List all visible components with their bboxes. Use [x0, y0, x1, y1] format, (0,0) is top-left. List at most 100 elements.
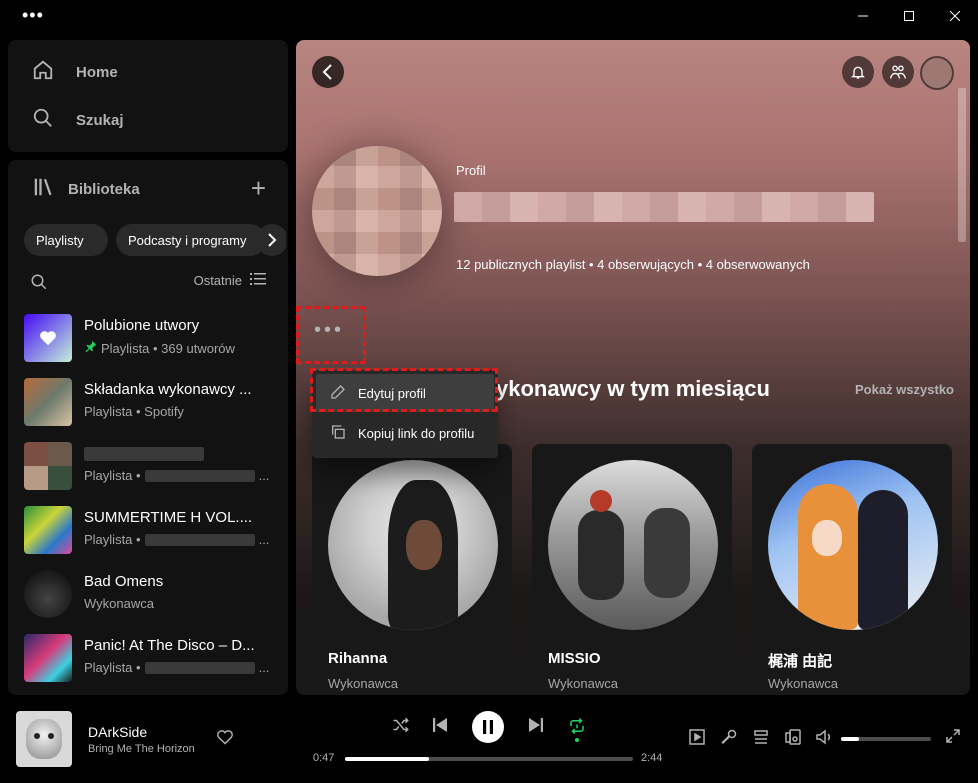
library-item-sub-text: Playlista • 369 utworów: [101, 340, 235, 356]
artist-card-missio[interactable]: MISSIO Wykonawca: [532, 444, 732, 695]
library-item-title: [84, 445, 272, 465]
show-all-link[interactable]: Pokaż wszystko: [855, 382, 954, 397]
library-panel: Biblioteka + Playlisty Podcasty i progra…: [8, 160, 288, 695]
library-item-artist-mix[interactable]: Składanka wykonawcy ... Playlista • Spot…: [24, 378, 280, 426]
repeat-active-indicator: [575, 738, 579, 742]
now-playing-view-icon[interactable]: [689, 729, 705, 750]
heart-outline-icon[interactable]: [216, 729, 234, 750]
library-icon: [32, 176, 54, 202]
library-item-subtitle: Playlista • Spotify: [84, 404, 184, 419]
sort-label: Ostatnie: [193, 273, 242, 288]
artist-type: Wykonawca: [328, 676, 398, 691]
ellipsis-text: ...: [258, 532, 270, 547]
playlist-cover: [24, 506, 72, 554]
player-bar: DArkSide Bring Me The Horizon 0:47 2:44: [0, 703, 978, 783]
library-item-subtitle: Playlista • ...: [84, 532, 272, 547]
repeat-one-icon[interactable]: [568, 717, 586, 735]
stat-following[interactable]: 4 obserwowanych: [706, 257, 810, 272]
list-icon: [250, 272, 266, 289]
library-item-panic[interactable]: Panic! At The Disco – D... Playlista • .…: [24, 634, 280, 682]
library-item-bad-omens[interactable]: Bad Omens Wykonawca: [24, 570, 280, 618]
pin-icon: [84, 340, 97, 356]
highlight-more-options: [296, 306, 366, 364]
library-search-icon[interactable]: [30, 273, 48, 296]
artist-avatar: [24, 570, 72, 618]
maximize-button[interactable]: [886, 0, 932, 32]
back-button[interactable]: [312, 56, 344, 88]
artist-name: Rihanna: [328, 650, 388, 667]
artist-image: [328, 460, 498, 630]
library-header[interactable]: Biblioteka: [32, 176, 140, 202]
lyrics-icon[interactable]: [721, 729, 737, 750]
library-item-title: SUMMERTIME H VOL....: [84, 509, 253, 526]
volume-icon[interactable]: [816, 729, 832, 750]
redacted-title: [84, 447, 204, 461]
section-title: ykonawcy w tym miesiącu: [496, 376, 770, 401]
stat-followers[interactable]: 4 obserwujących: [597, 257, 694, 272]
library-item-title: Polubione utwory: [84, 317, 200, 334]
volume-slider[interactable]: [841, 737, 931, 741]
next-icon[interactable]: [528, 717, 544, 733]
chevron-right-icon[interactable]: [256, 224, 286, 256]
library-item-title: Bad Omens: [84, 573, 164, 590]
nav-home[interactable]: Home: [32, 56, 118, 88]
profile-type-label: Profil: [456, 163, 486, 178]
library-item-playlist-3[interactable]: Playlista • ...: [24, 442, 280, 490]
playlist-cover: [24, 378, 72, 426]
artist-name: MISSIO: [548, 650, 601, 667]
friends-activity-icon[interactable]: [882, 56, 914, 88]
profile-name-redacted: [454, 192, 874, 222]
now-playing-cover[interactable]: [16, 711, 72, 767]
artist-type: Wykonawca: [768, 676, 838, 691]
filter-chips: Playlisty Podcasty i programy: [24, 224, 286, 256]
previous-icon[interactable]: [432, 717, 448, 733]
stat-separator: •: [693, 257, 706, 272]
fullscreen-icon[interactable]: [946, 729, 960, 748]
user-avatar[interactable]: [920, 56, 954, 90]
heart-icon: [24, 314, 72, 362]
minimize-button[interactable]: [840, 0, 886, 32]
profile-picture[interactable]: [312, 146, 442, 276]
menu-item-label: Kopiuj link do profilu: [358, 425, 475, 441]
library-item-subtitle: Playlista • ...: [84, 468, 272, 483]
connect-device-icon[interactable]: [785, 729, 801, 750]
progress-bar[interactable]: [345, 757, 633, 761]
stat-separator: •: [585, 257, 598, 272]
total-time: 2:44: [641, 752, 663, 764]
chip-playlists[interactable]: Playlisty: [24, 224, 108, 256]
menu-item-copy-link[interactable]: Kopiuj link do profilu: [316, 414, 494, 452]
library-title: Biblioteka: [68, 180, 140, 198]
elapsed-time: 0:47: [313, 752, 335, 764]
plus-icon[interactable]: +: [251, 175, 266, 201]
volume-fill: [841, 737, 859, 741]
library-item-sub-text: Playlista •: [84, 660, 141, 675]
redacted-owner: [144, 661, 255, 674]
nav-search[interactable]: Szukaj: [32, 104, 124, 136]
artist-type: Wykonawca: [548, 676, 618, 691]
library-item-subtitle: Wykonawca: [84, 596, 154, 611]
library-item-liked-songs[interactable]: Polubione utwory Playlista • 369 utworów: [24, 314, 280, 362]
now-playing-title[interactable]: DArkSide: [88, 724, 147, 740]
bell-icon[interactable]: [842, 56, 874, 88]
pause-button[interactable]: [472, 711, 504, 743]
scrollbar[interactable]: [958, 88, 966, 242]
more-horizontal-icon[interactable]: •••: [22, 6, 44, 24]
close-button[interactable]: [932, 0, 978, 32]
redacted-owner: [144, 533, 255, 546]
nav-panel: Home Szukaj: [8, 40, 288, 152]
chip-podcasts[interactable]: Podcasty i programy: [116, 224, 266, 256]
sort-button[interactable]: Ostatnie: [194, 272, 266, 289]
queue-icon[interactable]: [753, 729, 769, 750]
library-item-summertime[interactable]: SUMMERTIME H VOL.... Playlista • ...: [24, 506, 280, 554]
progress-fill: [345, 757, 429, 761]
library-item-sub-text: Playlista •: [84, 532, 141, 547]
artist-card-rihanna[interactable]: Rihanna Wykonawca: [312, 444, 512, 695]
now-playing-artist[interactable]: Bring Me The Horizon: [88, 743, 195, 755]
shuffle-icon[interactable]: [392, 717, 410, 733]
stat-playlists[interactable]: 12 publicznych playlist: [456, 257, 585, 272]
library-item-subtitle: Playlista • 369 utworów: [84, 340, 272, 356]
artist-card-kajiura[interactable]: 梶浦 由記 Wykonawca: [752, 444, 952, 695]
highlight-edit-profile: [310, 368, 498, 412]
profile-stats: 12 publicznych playlist • 4 obserwującyc…: [456, 257, 810, 272]
library-item-subtitle: Playlista • ...: [84, 660, 272, 675]
